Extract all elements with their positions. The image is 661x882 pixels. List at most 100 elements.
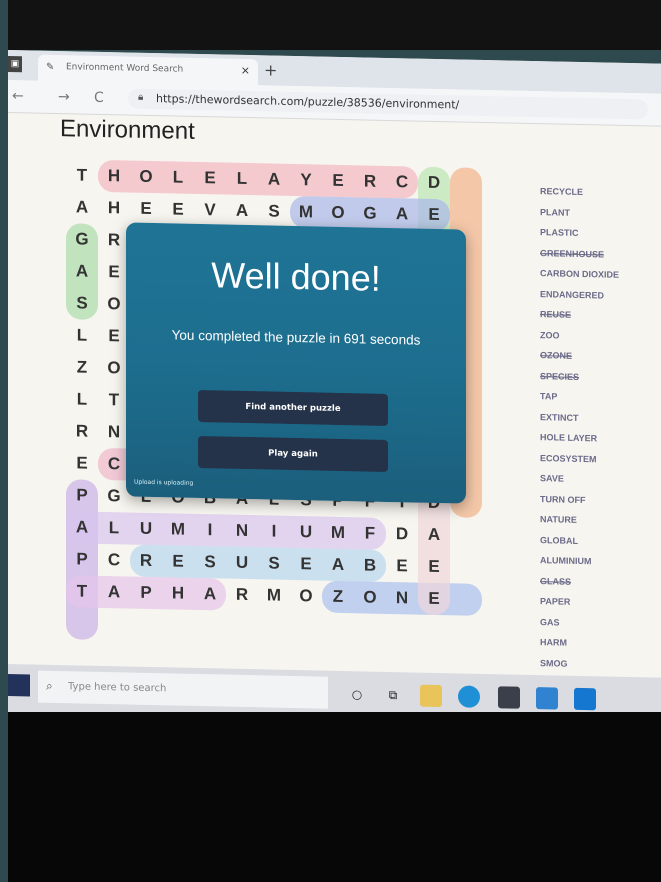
grid-cell[interactable]: P [130,577,162,610]
window-menu-icon[interactable]: ▣ [8,56,22,73]
monitor-screen: ▣ ✎ Environment Word Search × + ← → C 🔒︎… [8,50,661,726]
grid-cell[interactable]: S [258,195,290,228]
taskbar-search-box[interactable]: ⌕ Type here to search [38,670,328,709]
store-icon[interactable] [498,686,520,709]
grid-cell[interactable]: M [258,579,290,612]
app-icon[interactable] [574,687,596,711]
grid-cell[interactable]: E [386,550,418,583]
grid-cell[interactable]: U [226,547,258,580]
grid-cell[interactable]: H [162,577,194,610]
grid-cell[interactable]: E [322,165,354,198]
grid-cell[interactable]: A [66,191,98,224]
grid-cell[interactable]: S [194,546,226,579]
cortana-icon[interactable]: ○ [346,683,368,705]
grid-cell[interactable]: L [162,161,194,194]
new-tab-button[interactable]: + [264,60,277,79]
grid-cell[interactable]: O [130,161,162,194]
grid-cell[interactable]: L [66,383,98,416]
grid-cell[interactable]: P [66,543,98,576]
word-list-item: SAVE [540,473,564,484]
grid-cell[interactable]: H [98,160,130,193]
grid-cell[interactable]: A [226,195,258,228]
word-list-item: TAP [540,391,558,402]
grid-cell[interactable]: Z [322,581,354,614]
grid-cell[interactable]: C [386,166,418,199]
word-list-item: REUSE [540,309,572,320]
grid-cell[interactable]: R [130,545,162,578]
lock-icon: 🔒︎ [138,91,144,103]
grid-cell[interactable]: L [66,319,98,352]
grid-cell[interactable]: V [194,194,226,227]
grid-cell[interactable]: O [322,197,354,230]
grid-cell[interactable]: M [162,513,194,546]
grid-cell[interactable]: Z [66,351,98,384]
grid-cell[interactable]: E [162,545,194,578]
grid-cell[interactable]: O [290,580,322,613]
grid-cell[interactable]: E [418,551,450,584]
tab-close-icon[interactable]: × [241,64,250,77]
grid-cell[interactable]: E [418,199,450,232]
grid-cell[interactable]: R [354,165,386,198]
word-list-item: RECYCLE [540,186,584,198]
grid-cell[interactable]: I [258,515,290,548]
grid-cell[interactable]: A [194,578,226,611]
grid-cell[interactable]: P [66,479,98,512]
dialog-credit: Upload is uploading [134,478,194,487]
word-list-item: ENDANGERED [540,288,605,300]
grid-cell[interactable]: R [226,579,258,612]
grid-cell[interactable]: S [66,287,98,320]
grid-cell[interactable]: B [354,549,386,582]
mail-icon[interactable] [536,687,558,710]
task-view-icon[interactable]: ⧉ [382,684,404,706]
grid-cell[interactable]: D [418,167,450,200]
grid-cell[interactable]: H [98,192,130,225]
edge-browser-icon[interactable] [458,685,480,708]
word-list-item: PLANT [540,206,570,218]
grid-cell[interactable]: A [98,576,130,609]
grid-cell[interactable]: F [354,517,386,550]
grid-cell[interactable]: T [66,159,98,192]
grid-cell[interactable]: L [226,163,258,196]
word-list-item: CARBON DIOXIDE [540,268,620,280]
start-button[interactable] [8,674,30,697]
grid-cell[interactable]: E [66,447,98,480]
url-field[interactable]: 🔒︎ https://thewordsearch.com/puzzle/3853… [128,88,648,120]
grid-cell[interactable]: A [322,549,354,582]
grid-cell[interactable]: E [290,548,322,581]
grid-cell[interactable]: S [258,547,290,580]
find-another-puzzle-button[interactable]: Find another puzzle [198,389,388,426]
grid-cell[interactable]: E [194,162,226,195]
grid-cell[interactable]: E [418,583,450,616]
forward-button[interactable]: → [58,89,70,105]
grid-cell[interactable]: A [258,163,290,196]
grid-cell[interactable]: O [354,581,386,614]
play-again-button[interactable]: Play again [198,435,388,472]
word-list-item: NATURE [540,514,577,525]
grid-cell[interactable]: Y [290,164,322,197]
grid-cell[interactable]: I [194,514,226,547]
grid-cell[interactable]: M [322,517,354,550]
grid-cell[interactable]: D [386,518,418,551]
grid-cell[interactable]: A [418,519,450,552]
grid-cell[interactable]: U [290,516,322,549]
grid-cell[interactable]: N [386,582,418,615]
grid-cell[interactable]: R [66,415,98,448]
grid-cell[interactable]: A [386,198,418,231]
grid-cell[interactable]: E [162,193,194,226]
file-explorer-icon[interactable] [420,684,442,708]
word-list-item: EXTINCT [540,411,579,423]
grid-cell[interactable]: E [130,193,162,226]
grid-cell[interactable]: C [98,544,130,577]
back-button[interactable]: ← [12,88,24,104]
grid-cell[interactable]: L [98,512,130,545]
grid-cell[interactable]: G [66,223,98,256]
reload-button[interactable]: C [94,90,104,106]
grid-cell[interactable]: M [290,196,322,229]
grid-cell[interactable]: U [130,513,162,546]
grid-cell[interactable]: A [66,255,98,288]
grid-cell[interactable]: G [354,197,386,230]
grid-cell[interactable]: N [226,515,258,548]
grid-cell[interactable]: T [66,575,98,608]
taskbar-search-placeholder: Type here to search [68,681,167,695]
grid-cell[interactable]: A [66,511,98,544]
